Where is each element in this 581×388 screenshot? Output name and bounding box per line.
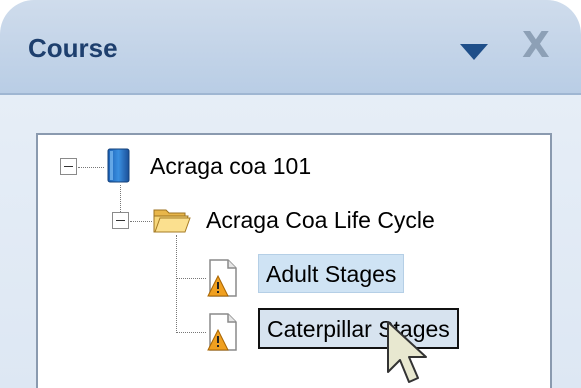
course-tree[interactable]: Acraga coa 101 Acraga Coa Life Cycle Adu… — [36, 133, 552, 388]
tree-connector — [78, 167, 104, 168]
panel-title: Course — [28, 33, 118, 63]
tree-connector — [176, 332, 206, 333]
close-icon[interactable]: X — [522, 28, 550, 64]
course-panel: Course X Acraga coa 101 Acraga Coa Life … — [0, 0, 581, 388]
course-icon — [107, 148, 130, 183]
panel-header: Course X — [0, 0, 581, 95]
tree-item-adult-stages[interactable]: Adult Stages — [258, 254, 405, 293]
mouse-pointer-icon — [387, 321, 427, 383]
tree-connector — [176, 235, 177, 331]
tree-connector — [130, 221, 152, 222]
tree-connector — [176, 278, 206, 279]
chevron-down-icon[interactable] — [460, 44, 488, 60]
tree-folder-label[interactable]: Acraga Coa Life Cycle — [206, 207, 435, 234]
tree-connector — [120, 185, 121, 212]
warning-document-icon — [207, 313, 237, 351]
tree-root-label[interactable]: Acraga coa 101 — [150, 153, 311, 180]
warning-document-icon — [207, 259, 237, 297]
folder-expander[interactable] — [112, 212, 129, 229]
root-expander[interactable] — [60, 158, 77, 175]
folder-open-icon — [153, 209, 191, 233]
